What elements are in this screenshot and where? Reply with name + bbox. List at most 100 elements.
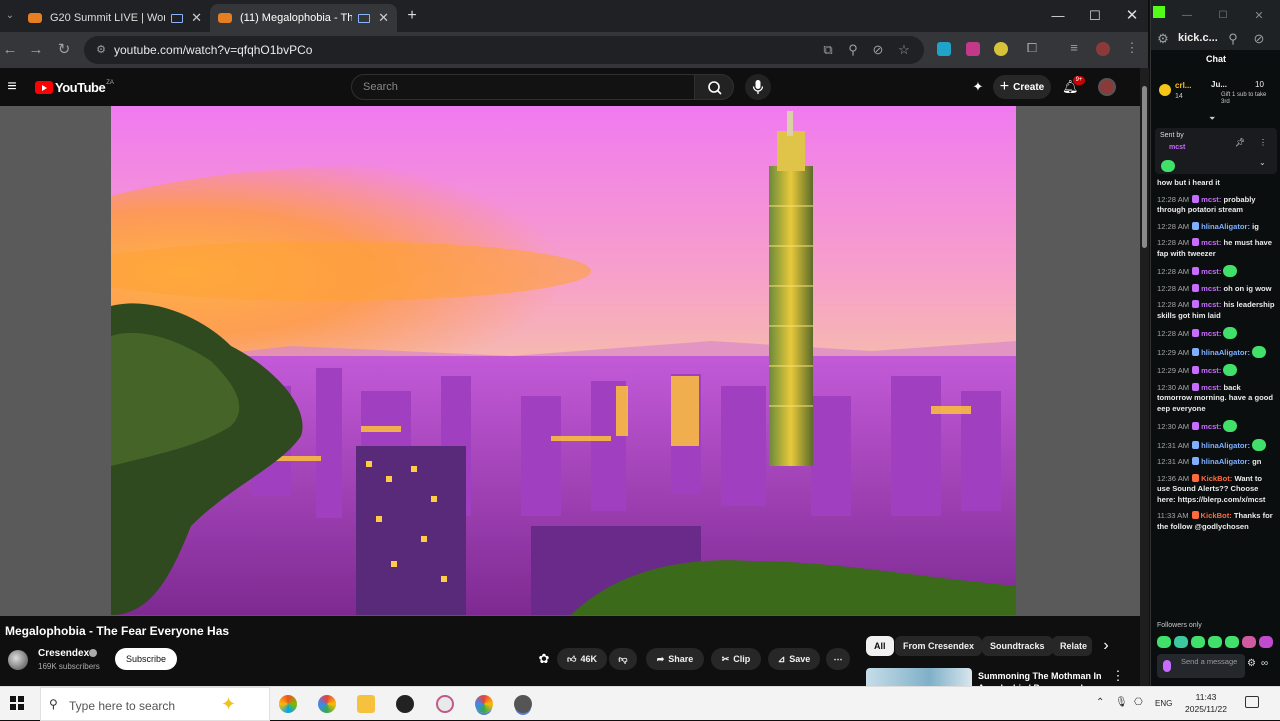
chat-message[interactable]: 12:30 AM mcst: back tomorrow morning. hav… — [1157, 382, 1277, 415]
menu-kebab-icon[interactable]: ⋮ — [1124, 40, 1140, 56]
emote-icon[interactable] — [1191, 636, 1205, 648]
save-button[interactable]: ⊿ Save — [768, 648, 820, 670]
chevron-down-icon[interactable]: ⌄ — [1259, 158, 1266, 167]
settings-icon[interactable]: ⚙ — [1247, 658, 1256, 669]
message-username[interactable]: mcst: — [1201, 422, 1221, 431]
tab-megalophobia[interactable]: (11) Megalophobia - The Fe ✕ — [210, 4, 397, 32]
emote-icon[interactable] — [1157, 636, 1171, 648]
steam-app-icon[interactable] — [396, 695, 414, 713]
emote-icon[interactable] — [1225, 636, 1239, 648]
emote-icon[interactable] — [1242, 636, 1256, 648]
youtube-logo[interactable]: YouTube ZA — [35, 80, 114, 95]
message-username[interactable]: hlinaAligator: — [1201, 441, 1250, 450]
maximize-icon[interactable]: ☐ — [1085, 6, 1105, 26]
extensions-puzzle-icon[interactable]: ⧠ — [1024, 40, 1040, 56]
chat-message[interactable]: how but i heard it — [1157, 178, 1277, 189]
emote-bar[interactable] — [1157, 636, 1273, 648]
chat-message[interactable]: 12:29 AM hlinaAligator: — [1157, 345, 1277, 359]
message-username[interactable]: hlinaAligator: — [1201, 457, 1250, 466]
forward-icon[interactable]: → — [26, 40, 46, 60]
more-vertical-icon[interactable]: ⋮ — [1110, 668, 1126, 684]
chat-message[interactable]: 12:31 AM hlinaAligator: gn — [1157, 457, 1277, 468]
close-tab-icon[interactable]: ✕ — [191, 10, 202, 26]
tab-search-chevron-icon[interactable]: ⌄ — [0, 6, 20, 26]
emote-icon[interactable] — [1259, 636, 1273, 648]
share-button[interactable]: ➦ Share — [646, 648, 704, 670]
zoom-icon[interactable]: ⚲ — [845, 42, 861, 58]
extension-icon[interactable] — [994, 42, 1008, 56]
page-scrollbar[interactable] — [1140, 68, 1149, 686]
install-app-icon[interactable]: ⧉ — [820, 42, 836, 58]
infinity-icon[interactable]: ∞ — [1261, 658, 1268, 669]
message-username[interactable]: mcst: — [1201, 238, 1221, 247]
chat-message[interactable]: 12:28 AM mcst: he must have fap with twee… — [1157, 238, 1277, 259]
notifications-icon[interactable] — [1245, 696, 1259, 708]
emote-icon[interactable] — [1208, 636, 1222, 648]
chip-soundtracks[interactable]: Soundtracks — [982, 636, 1053, 656]
chat-message[interactable]: 12:29 AM mcst: — [1157, 364, 1277, 377]
video-frame-taipei-skyline[interactable] — [111, 106, 1016, 615]
message-username[interactable]: mcst: — [1201, 366, 1221, 375]
extension-icon[interactable] — [937, 42, 951, 56]
search-input[interactable]: Search — [351, 74, 695, 100]
minimize-icon[interactable]: — — [1177, 6, 1197, 26]
clip-button[interactable]: ✂ Clip — [711, 648, 761, 670]
voice-search-button[interactable] — [745, 74, 771, 100]
chip-from-cresendex[interactable]: From Cresendex — [895, 636, 983, 656]
recommended-video-thumbnail[interactable] — [866, 668, 972, 688]
close-tab-icon[interactable]: ✕ — [378, 10, 389, 26]
windows-start-icon[interactable] — [10, 696, 24, 710]
eye-off-icon[interactable]: ⊘ — [1251, 31, 1267, 47]
video-player[interactable] — [0, 106, 1140, 616]
zoom-icon[interactable]: ⚲ — [1225, 31, 1241, 47]
media-control-icon[interactable]: ≡ — [1066, 40, 1082, 56]
chat-message[interactable]: 12:28 AM mcst: probably through potatori … — [1157, 194, 1277, 216]
extension-icon[interactable] — [966, 42, 980, 56]
hamburger-menu-icon[interactable]: ≡ — [2, 77, 22, 97]
chat-message[interactable]: 11:33 AM KickBot: Thanks for the follow @… — [1157, 511, 1277, 532]
message-username[interactable]: KickBot: — [1201, 511, 1232, 520]
reload-icon[interactable]: ↻ — [54, 40, 74, 60]
maximize-icon[interactable]: ☐ — [1213, 6, 1233, 26]
collapse-icon[interactable]: ⏷ — [1209, 114, 1215, 124]
site-settings-icon[interactable]: ⚙ — [1155, 31, 1171, 47]
taskbar-search-input[interactable]: ⚲ Type here to search ✦ — [40, 687, 270, 721]
taskbar-clock[interactable]: 11:43 2025/11/22 — [1180, 691, 1232, 715]
channel-name[interactable]: Cresendex — [38, 648, 89, 659]
omnibox[interactable]: ⚙ youtube.com/watch?v=qfqhO1bvPCo ⧉ ⚲ ⊘ … — [84, 36, 924, 64]
chat-message[interactable]: 12:30 AM mcst: — [1157, 420, 1277, 433]
message-username[interactable]: mcst: — [1201, 300, 1221, 309]
microphone-tray-icon[interactable]: 🎙︎ — [1115, 697, 1128, 708]
chat-message[interactable]: 12:36 AM KickBot: Want to use Sound Alert… — [1157, 473, 1277, 506]
eye-off-icon[interactable]: ⊘ — [870, 42, 886, 58]
network-icon[interactable]: ⎔ — [1134, 697, 1143, 708]
emote-icon[interactable] — [1174, 636, 1188, 648]
tab-g20-summit[interactable]: G20 Summit LIVE | World Le ✕ — [20, 4, 210, 32]
message-username[interactable]: KickBot: — [1201, 474, 1232, 483]
dislike-button[interactable]: 👎︎ — [609, 648, 637, 670]
like-button[interactable]: 👍︎ 46K — [557, 648, 607, 670]
message-username[interactable]: mcst: — [1201, 329, 1221, 338]
message-username[interactable]: hlinaAligator: — [1201, 222, 1250, 231]
profile-avatar[interactable] — [1096, 42, 1110, 56]
chat-message[interactable]: 12:28 AM mcst: his leadership skills got … — [1157, 300, 1277, 321]
message-username[interactable]: hlinaAligator: — [1201, 348, 1250, 357]
chat-message[interactable]: 12:28 AM hlinaAligator: ig — [1157, 221, 1277, 233]
chat-message[interactable]: 12:28 AM mcst: oh on ig wow — [1157, 283, 1277, 295]
message-username[interactable]: mcst: — [1201, 284, 1221, 293]
more-actions-button[interactable]: ⋯ — [826, 648, 850, 670]
account-avatar[interactable] — [1098, 78, 1116, 96]
scrollbar-thumb[interactable] — [1142, 86, 1147, 248]
chevron-right-icon[interactable]: › — [1098, 638, 1114, 654]
pin-icon[interactable]: 📌︎ — [1235, 138, 1245, 147]
close-window-icon[interactable]: ✕ — [1122, 6, 1142, 26]
chip-all[interactable]: All — [866, 636, 894, 656]
bookmark-star-icon[interactable]: ☆ — [896, 42, 912, 58]
copilot-app-icon[interactable] — [279, 695, 297, 713]
snipping-tool-icon[interactable] — [436, 695, 454, 713]
file-explorer-icon[interactable] — [357, 695, 375, 713]
new-tab-button[interactable]: + — [402, 6, 422, 26]
channel-avatar[interactable] — [8, 650, 28, 670]
ai-sparkle-icon[interactable]: ✿ — [536, 651, 552, 667]
subscribe-button[interactable]: Subscribe — [115, 648, 177, 670]
